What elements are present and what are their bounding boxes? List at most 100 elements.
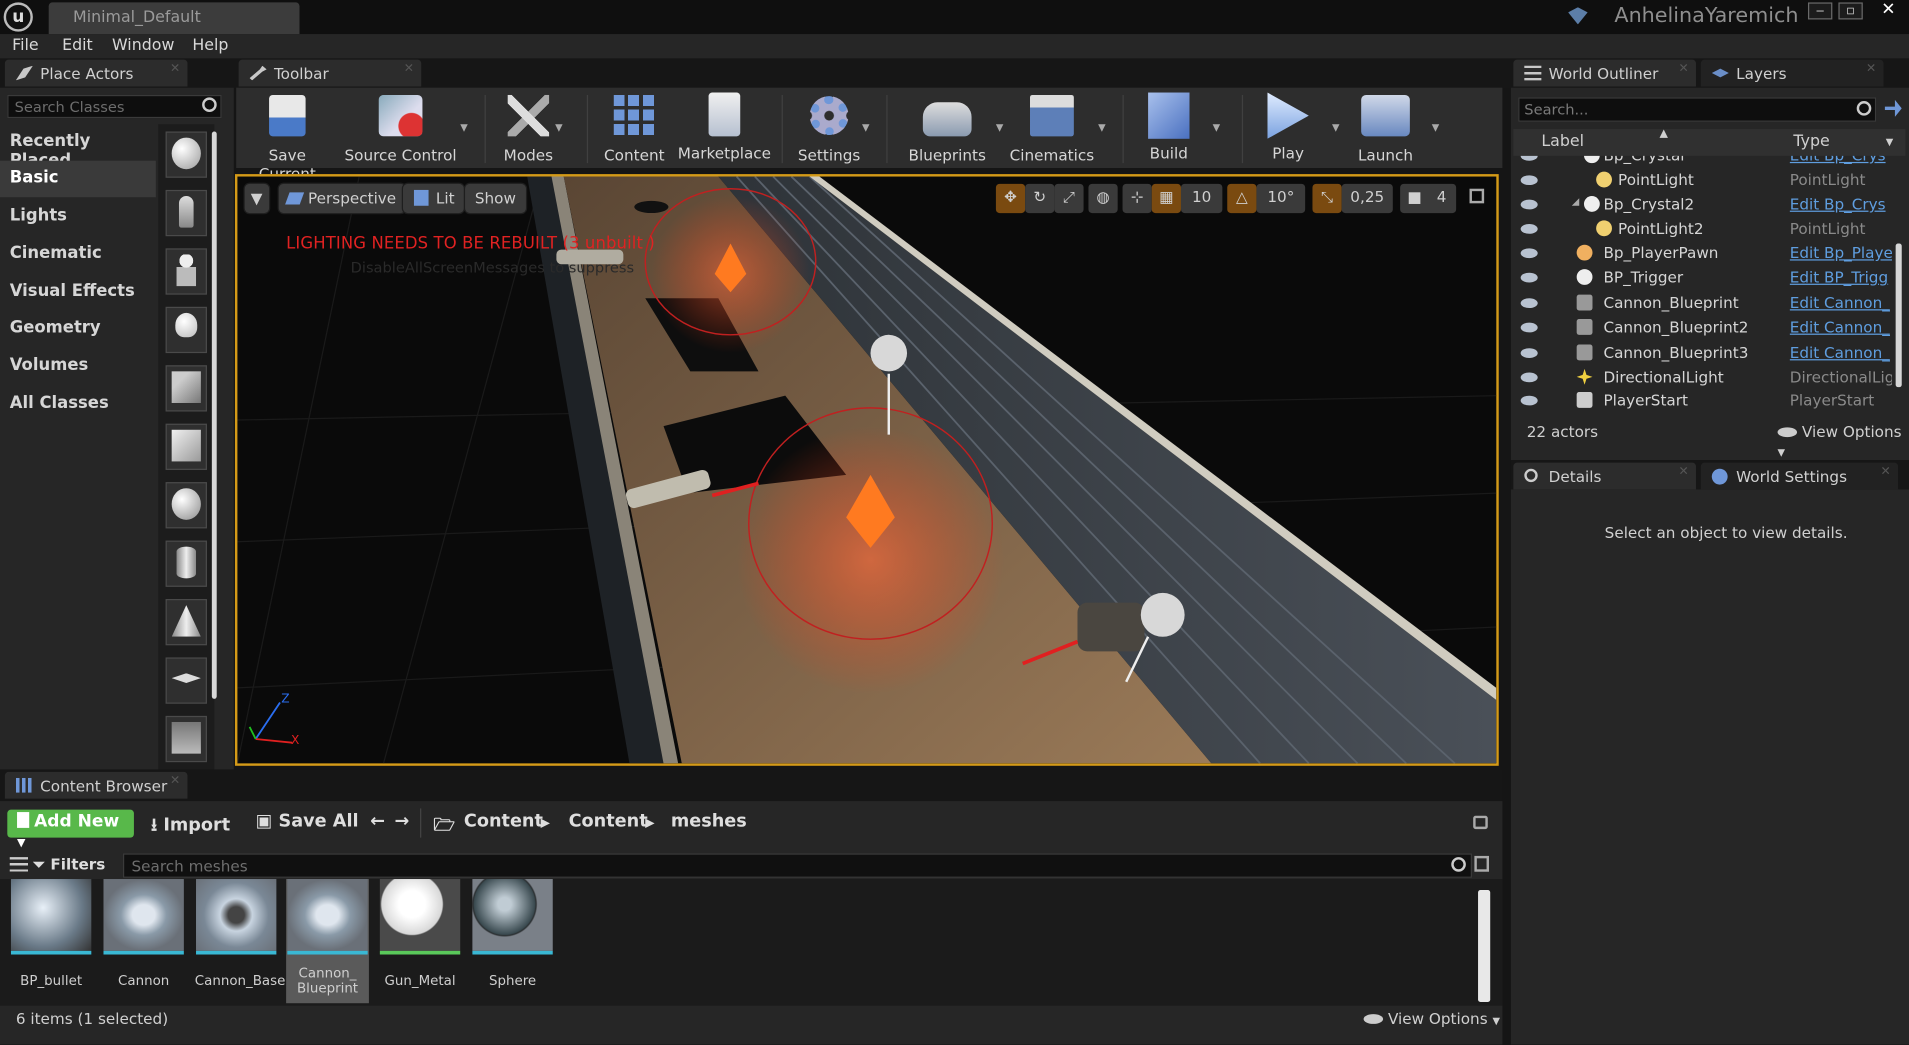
asset-tile[interactable]: BP_bullet bbox=[10, 879, 93, 989]
save-all-button[interactable]: ▣ Save All bbox=[256, 812, 359, 831]
search-meshes-input[interactable]: Search meshes bbox=[122, 853, 1472, 878]
actor-item-cylinder[interactable] bbox=[165, 540, 207, 587]
tab-world-settings[interactable]: World Settings ✕ bbox=[1700, 462, 1899, 490]
outliner-row[interactable]: PointLight2 PointLight bbox=[1513, 217, 1892, 241]
visibility-eye-icon[interactable] bbox=[1520, 298, 1538, 309]
asset-tile-selected[interactable]: Cannon_ Blueprint bbox=[286, 879, 369, 1004]
launch-button[interactable]: Launch ▼ bbox=[1344, 93, 1439, 164]
menu-help[interactable]: Help bbox=[192, 37, 228, 55]
modes-button[interactable]: Modes ▼ bbox=[494, 93, 563, 164]
col-type-header[interactable]: Type bbox=[1793, 133, 1829, 151]
asset-tile[interactable]: Sphere bbox=[471, 879, 554, 989]
actor-item-cube[interactable] bbox=[165, 423, 207, 470]
breadcrumb-content[interactable]: Content bbox=[464, 812, 543, 831]
source-control-button[interactable]: Source Control ▼ bbox=[343, 93, 468, 164]
visibility-eye-icon[interactable] bbox=[1520, 248, 1538, 259]
outliner-scrollbar[interactable] bbox=[1895, 243, 1902, 388]
row-type-link[interactable]: Edit Cannon_ bbox=[1790, 293, 1892, 311]
visibility-eye-icon[interactable] bbox=[1520, 322, 1538, 333]
category-cinematic[interactable]: Cinematic bbox=[0, 236, 156, 273]
category-lights[interactable]: Lights bbox=[0, 198, 156, 235]
translate-tool-button[interactable]: ✥ bbox=[995, 183, 1026, 214]
row-type-link[interactable]: Edit Bp_Playe bbox=[1790, 244, 1892, 262]
lit-button[interactable]: Lit bbox=[402, 183, 465, 214]
lock-icon[interactable] bbox=[1473, 815, 1488, 830]
category-all-classes[interactable]: All Classes bbox=[0, 386, 156, 423]
save-search-icon[interactable] bbox=[1474, 855, 1490, 872]
blueprints-button[interactable]: Blueprints ▼ bbox=[899, 93, 1003, 164]
show-button[interactable]: Show bbox=[465, 183, 526, 214]
build-button[interactable]: Build ▼ bbox=[1130, 92, 1220, 162]
actor-item-cone[interactable] bbox=[165, 599, 207, 646]
menu-edit[interactable]: Edit bbox=[62, 37, 93, 55]
visibility-eye-icon[interactable] bbox=[1520, 199, 1538, 210]
col-label-header[interactable]: Label bbox=[1541, 133, 1584, 151]
visibility-eye-icon[interactable] bbox=[1520, 155, 1538, 161]
content-button[interactable]: Content bbox=[599, 93, 670, 164]
actor-item-character[interactable] bbox=[165, 189, 207, 237]
rotation-snap-toggle[interactable]: △ bbox=[1227, 183, 1257, 214]
place-actors-scrollbar[interactable] bbox=[211, 131, 217, 699]
content-view-options[interactable]: View Options ▼ bbox=[1363, 1009, 1500, 1028]
play-button[interactable]: Play ▼ bbox=[1252, 92, 1339, 162]
project-tab[interactable]: Minimal_Default bbox=[48, 2, 300, 35]
category-geometry[interactable]: Geometry bbox=[0, 310, 156, 347]
asset-tile[interactable]: Cannon bbox=[102, 879, 185, 989]
visibility-eye-icon[interactable] bbox=[1520, 224, 1538, 234]
minimize-button[interactable]: ‒ bbox=[1807, 2, 1833, 20]
asset-tile[interactable]: Cannon_Base bbox=[195, 879, 285, 989]
rotate-tool-button[interactable]: ↻ bbox=[1025, 183, 1055, 214]
visibility-eye-icon[interactable] bbox=[1520, 175, 1538, 186]
save-current-button[interactable]: Save Current bbox=[241, 93, 334, 183]
outliner-view-options[interactable]: View Options ▼ bbox=[1777, 422, 1909, 459]
row-type-link[interactable]: Edit BP_Trigg bbox=[1790, 268, 1892, 286]
surface-snap-button[interactable]: ⊹ bbox=[1122, 183, 1152, 214]
level-viewport[interactable]: ▼ Perspective Lit Show LIGHTING NEEDS TO… bbox=[234, 174, 1499, 766]
search-classes-input[interactable]: Search Classes bbox=[7, 94, 222, 119]
outliner-row[interactable]: DirectionalLight DirectionalLigh bbox=[1513, 365, 1892, 389]
visibility-eye-icon[interactable] bbox=[1520, 272, 1538, 283]
category-recently-placed[interactable]: Recently Placed bbox=[0, 124, 156, 170]
tab-place-actors[interactable]: Place Actors ✕ bbox=[4, 59, 188, 87]
category-basic[interactable]: Basic bbox=[0, 160, 156, 198]
world-local-button[interactable]: ◍ bbox=[1088, 183, 1118, 214]
row-type-link[interactable]: Edit Bp_Crys bbox=[1790, 195, 1892, 213]
row-type-link[interactable]: Edit Cannon_ bbox=[1790, 343, 1892, 361]
expand-arrow-icon[interactable]: ◢ bbox=[1572, 196, 1582, 212]
sources-toggle-icon[interactable] bbox=[9, 857, 29, 872]
category-volumes[interactable]: Volumes bbox=[0, 348, 156, 385]
actor-item-plane[interactable] bbox=[165, 657, 207, 704]
filters-button[interactable]: ⏷ Filters ▼ bbox=[33, 855, 118, 892]
content-browser-scrollbar[interactable] bbox=[1478, 889, 1491, 1003]
rotation-snap-value[interactable]: 10° bbox=[1256, 183, 1306, 214]
close-button[interactable]: ✕ bbox=[1870, 1, 1907, 19]
visibility-eye-icon[interactable] bbox=[1520, 372, 1538, 383]
outliner-row[interactable]: ◢ Bp_Crystal2 Edit Bp_Crys bbox=[1513, 192, 1892, 216]
outliner-row[interactable]: PlayerStart PlayerStart bbox=[1513, 388, 1892, 412]
actor-item-pawn[interactable] bbox=[165, 248, 207, 295]
tab-layers[interactable]: Layers ✕ bbox=[1700, 59, 1884, 87]
row-type-link[interactable]: Edit Cannon_ bbox=[1790, 318, 1892, 336]
maximize-viewport-icon[interactable] bbox=[1469, 188, 1485, 204]
camera-speed-button[interactable]: ■ 4 bbox=[1400, 183, 1457, 214]
breadcrumb-content-2[interactable]: Content bbox=[569, 812, 648, 831]
category-visual-effects[interactable]: Visual Effects bbox=[0, 274, 156, 311]
perspective-button[interactable]: Perspective bbox=[278, 183, 406, 214]
breadcrumb-meshes[interactable]: meshes bbox=[671, 812, 747, 831]
cinematics-button[interactable]: Cinematics ▼ bbox=[1001, 93, 1106, 164]
history-back-button[interactable]: ← bbox=[370, 812, 385, 831]
tab-details[interactable]: Details ✕ bbox=[1513, 462, 1696, 490]
visibility-eye-icon[interactable] bbox=[1520, 395, 1538, 406]
marketplace-button[interactable]: Marketplace bbox=[674, 92, 774, 162]
scale-snap-value[interactable]: 0,25 bbox=[1341, 183, 1393, 214]
tab-toolbar[interactable]: Toolbar ✕ bbox=[238, 59, 422, 87]
outliner-search-input[interactable]: Search... bbox=[1518, 97, 1877, 122]
menu-file[interactable]: File bbox=[12, 37, 38, 55]
actor-item-empty-actor[interactable] bbox=[165, 131, 207, 178]
maximize-button[interactable]: ▫ bbox=[1838, 2, 1863, 20]
tab-content-browser[interactable]: Content Browser ✕ bbox=[4, 771, 188, 799]
history-forward-button[interactable]: → bbox=[394, 812, 409, 831]
scale-tool-button[interactable]: ⤢ bbox=[1054, 183, 1084, 214]
import-button[interactable]: ⭳ Import bbox=[151, 812, 230, 842]
grid-snap-value[interactable]: 10 bbox=[1180, 183, 1223, 214]
